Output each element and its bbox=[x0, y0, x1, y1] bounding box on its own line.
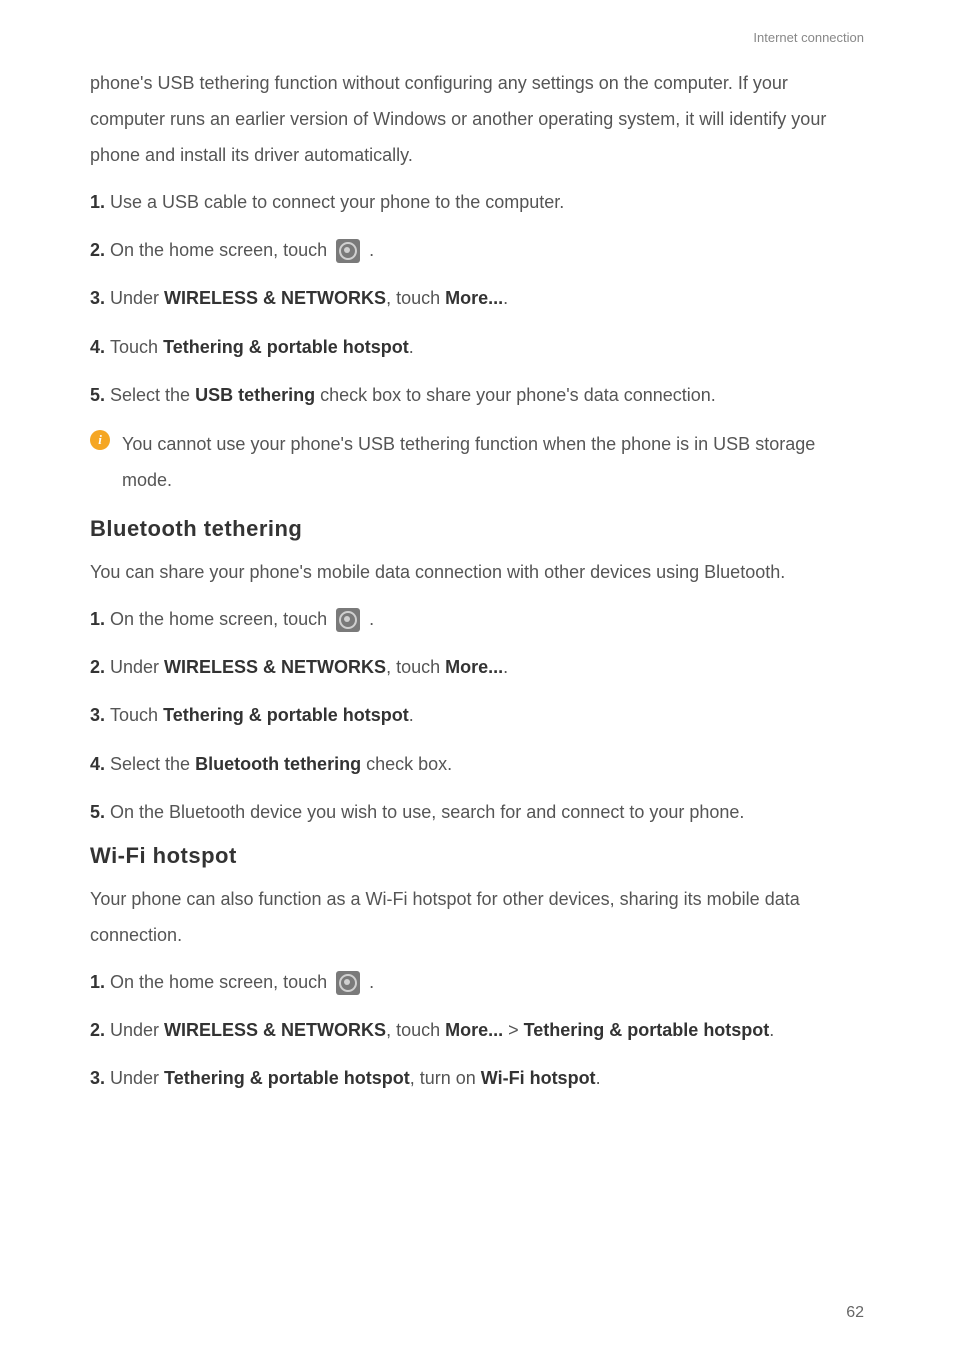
bluetooth-intro: You can share your phone's mobile data c… bbox=[90, 554, 864, 590]
bold-label: USB tethering bbox=[195, 385, 315, 405]
info-text: You cannot use your phone's USB tetherin… bbox=[122, 426, 864, 498]
wifi-step-2: 2. Under WIRELESS & NETWORKS, touch More… bbox=[90, 1013, 864, 1047]
gt-separator: > bbox=[503, 1020, 524, 1040]
step-end: . bbox=[503, 657, 508, 677]
info-icon: i bbox=[90, 430, 110, 450]
step-text: On the home screen, touch bbox=[110, 972, 332, 992]
bold-label: WIRELESS & NETWORKS bbox=[164, 288, 386, 308]
usb-step-1: 1. Use a USB cable to connect your phone… bbox=[90, 185, 864, 219]
step-number: 2. bbox=[90, 240, 110, 260]
step-text: Under bbox=[110, 1020, 164, 1040]
bt-step-4: 4. Select the Bluetooth tethering check … bbox=[90, 747, 864, 781]
step-number: 5. bbox=[90, 802, 110, 822]
step-text: Select the bbox=[110, 754, 195, 774]
step-number: 3. bbox=[90, 705, 110, 725]
bold-label: More... bbox=[445, 288, 503, 308]
step-text: Under bbox=[110, 288, 164, 308]
step-text: On the home screen, touch bbox=[110, 609, 332, 629]
bold-label: Tethering & portable hotspot bbox=[163, 337, 409, 357]
bold-label: Bluetooth tethering bbox=[195, 754, 361, 774]
info-note: i You cannot use your phone's USB tether… bbox=[90, 426, 864, 498]
step-mid: , touch bbox=[386, 288, 445, 308]
usb-step-4: 4. Touch Tethering & portable hotspot. bbox=[90, 330, 864, 364]
step-end: . bbox=[769, 1020, 774, 1040]
step-end: check box. bbox=[361, 754, 452, 774]
settings-icon bbox=[336, 971, 360, 995]
bt-step-3: 3. Touch Tethering & portable hotspot. bbox=[90, 698, 864, 732]
step-mid: , turn on bbox=[410, 1068, 481, 1088]
settings-icon bbox=[336, 608, 360, 632]
usb-step-5: 5. Select the USB tethering check box to… bbox=[90, 378, 864, 412]
step-text: On the home screen, touch bbox=[110, 240, 332, 260]
step-end: . bbox=[409, 337, 414, 357]
step-number: 1. bbox=[90, 972, 110, 992]
wifi-step-3: 3. Under Tethering & portable hotspot, t… bbox=[90, 1061, 864, 1095]
wifi-intro: Your phone can also function as a Wi-Fi … bbox=[90, 881, 864, 953]
step-text: Touch bbox=[110, 705, 163, 725]
bold-label: Tethering & portable hotspot bbox=[524, 1020, 770, 1040]
step-end: check box to share your phone's data con… bbox=[315, 385, 716, 405]
page-number: 62 bbox=[846, 1304, 864, 1322]
step-number: 5. bbox=[90, 385, 110, 405]
bt-step-5: 5. On the Bluetooth device you wish to u… bbox=[90, 795, 864, 829]
step-end: . bbox=[503, 288, 508, 308]
bold-label: Tethering & portable hotspot bbox=[163, 705, 409, 725]
step-number: 1. bbox=[90, 609, 110, 629]
step-number: 3. bbox=[90, 1068, 110, 1088]
step-text: Use a USB cable to connect your phone to… bbox=[110, 192, 564, 212]
wifi-step-1: 1. On the home screen, touch . bbox=[90, 965, 864, 999]
step-number: 3. bbox=[90, 288, 110, 308]
bold-label: WIRELESS & NETWORKS bbox=[164, 1020, 386, 1040]
step-text: Touch bbox=[110, 337, 163, 357]
intro-paragraph: phone's USB tethering function without c… bbox=[90, 65, 864, 173]
wifi-heading: Wi-Fi hotspot bbox=[90, 843, 864, 869]
step-number: 4. bbox=[90, 337, 110, 357]
settings-icon bbox=[336, 239, 360, 263]
step-suffix: . bbox=[364, 240, 374, 260]
bold-label: More... bbox=[445, 1020, 503, 1040]
bluetooth-heading: Bluetooth tethering bbox=[90, 516, 864, 542]
bold-label: Tethering & portable hotspot bbox=[164, 1068, 410, 1088]
bold-label: Wi-Fi hotspot bbox=[481, 1068, 596, 1088]
bt-step-1: 1. On the home screen, touch . bbox=[90, 602, 864, 636]
step-text: Under bbox=[110, 657, 164, 677]
bold-label: WIRELESS & NETWORKS bbox=[164, 657, 386, 677]
step-text: On the Bluetooth device you wish to use,… bbox=[110, 802, 744, 822]
step-end: . bbox=[596, 1068, 601, 1088]
step-number: 4. bbox=[90, 754, 110, 774]
step-number: 2. bbox=[90, 1020, 110, 1040]
bold-label: More... bbox=[445, 657, 503, 677]
step-suffix: . bbox=[364, 972, 374, 992]
usb-step-2: 2. On the home screen, touch . bbox=[90, 233, 864, 267]
step-suffix: . bbox=[364, 609, 374, 629]
step-number: 1. bbox=[90, 192, 110, 212]
step-text: Select the bbox=[110, 385, 195, 405]
header-section-label: Internet connection bbox=[90, 30, 864, 45]
usb-step-3: 3. Under WIRELESS & NETWORKS, touch More… bbox=[90, 281, 864, 315]
step-mid: , touch bbox=[386, 1020, 445, 1040]
step-number: 2. bbox=[90, 657, 110, 677]
bt-step-2: 2. Under WIRELESS & NETWORKS, touch More… bbox=[90, 650, 864, 684]
step-end: . bbox=[409, 705, 414, 725]
step-mid: , touch bbox=[386, 657, 445, 677]
step-text: Under bbox=[110, 1068, 164, 1088]
